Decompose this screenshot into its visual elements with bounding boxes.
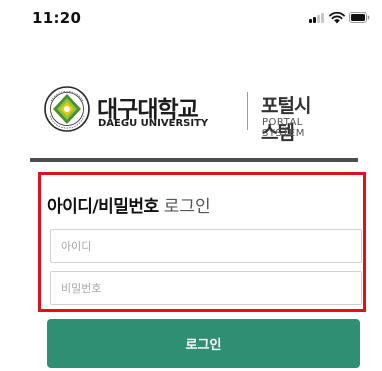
id-input[interactable] [50, 229, 362, 263]
logo-divider [247, 92, 248, 130]
university-emblem-icon [44, 86, 90, 132]
login-heading: 아이디/비밀번호 로그인 [47, 192, 211, 217]
login-button[interactable]: 로그인 [47, 319, 360, 368]
login-screen: 11:20 대구대학교 DAEGU UNIVERSITY 포털시스템 PORTA… [0, 0, 382, 371]
password-input[interactable] [50, 271, 362, 305]
university-name-en: DAEGU UNIVERSITY [98, 118, 209, 129]
portal-name-en: PORTAL SYSTEM [262, 117, 305, 139]
battery-icon [349, 12, 370, 23]
login-heading-light: 로그인 [163, 197, 211, 217]
wifi-icon [329, 11, 345, 24]
signal-icon [309, 13, 324, 23]
status-bar: 11:20 [0, 0, 382, 40]
login-form-highlight: 아이디/비밀번호 로그인 [38, 172, 366, 312]
status-time: 11:20 [32, 9, 82, 27]
login-heading-bold: 아이디/비밀번호 [47, 197, 159, 217]
university-logo: 대구대학교 DAEGU UNIVERSITY 포털시스템 PORTAL SYST… [44, 86, 314, 144]
header-divider [30, 158, 358, 162]
